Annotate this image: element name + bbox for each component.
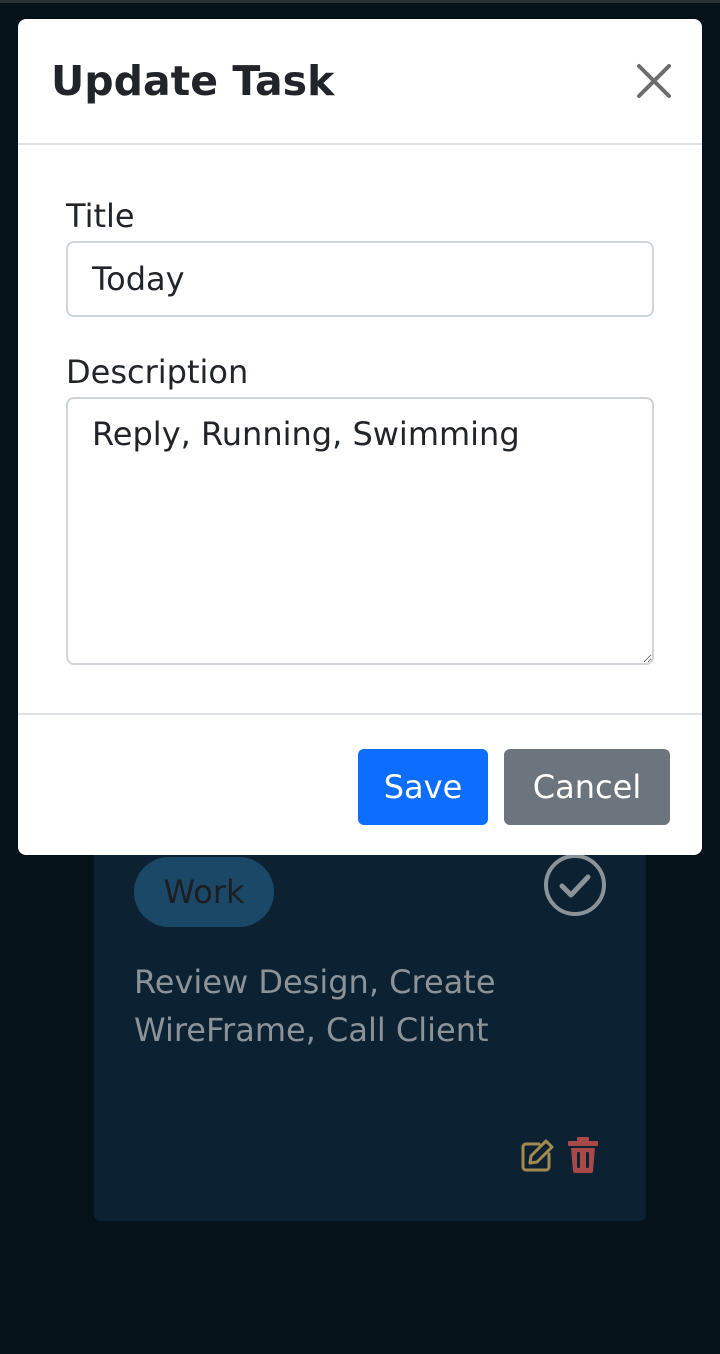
edit-icon[interactable] — [519, 1138, 555, 1174]
task-description: Review Design, Create WireFrame, Call Cl… — [134, 963, 496, 1049]
description-label: Description — [66, 353, 249, 391]
modal-footer: Save Cancel — [18, 713, 702, 855]
title-input[interactable] — [66, 241, 654, 317]
modal-title: Update Task — [51, 57, 335, 105]
cancel-button[interactable]: Cancel — [504, 749, 670, 825]
check-circle-icon[interactable] — [543, 853, 607, 917]
trash-icon[interactable] — [568, 1137, 598, 1173]
save-button[interactable]: Save — [358, 749, 488, 825]
task-category-badge: Work — [134, 857, 274, 927]
top-border — [0, 0, 720, 3]
close-icon[interactable] — [634, 61, 674, 101]
title-label: Title — [66, 197, 135, 235]
description-textarea[interactable]: Reply, Running, Swimming — [66, 397, 654, 665]
modal-header: Update Task — [18, 19, 702, 145]
update-task-modal: Update Task Title Description Reply, Run… — [18, 19, 702, 855]
